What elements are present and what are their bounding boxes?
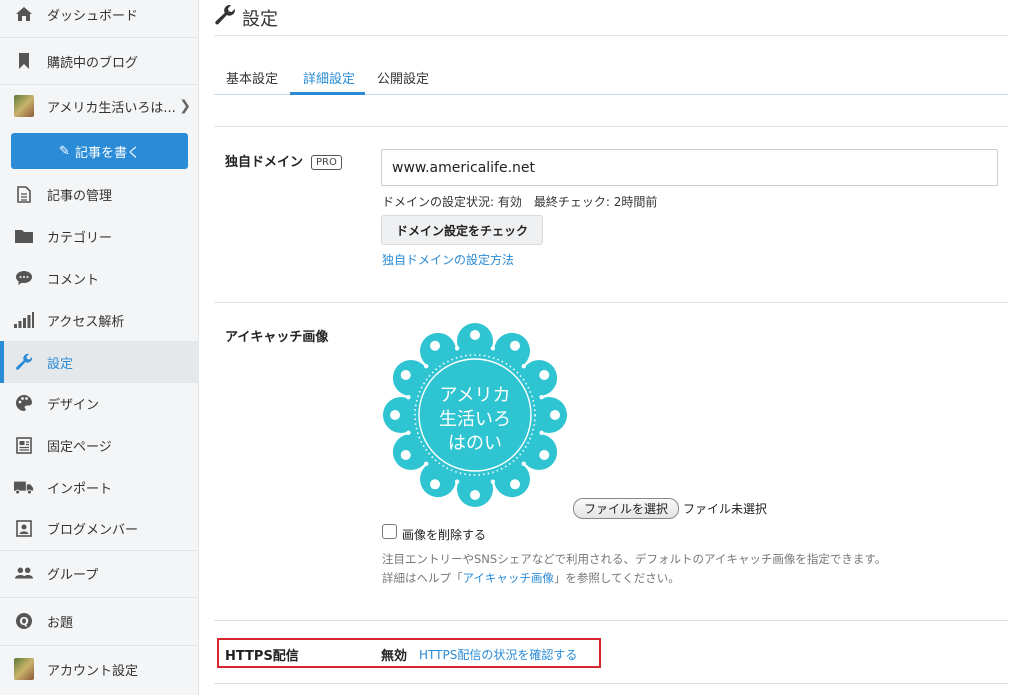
- sidebar-item-label: 固定ページ: [47, 439, 112, 455]
- sidebar-item-label: 購読中のブログ: [47, 55, 139, 71]
- account-thumbnail-icon: [14, 658, 34, 680]
- tab-advanced-settings[interactable]: 詳細設定: [303, 68, 355, 87]
- sidebar-item-analytics[interactable]: アクセス解析: [0, 300, 199, 340]
- divider: [214, 126, 1008, 127]
- sidebar-item-label: ダッシュボード: [47, 8, 139, 24]
- members-icon: [14, 518, 34, 538]
- write-article-button[interactable]: ✎ 記事を書く: [11, 133, 188, 169]
- file-status-text: ファイル未選択: [683, 502, 768, 516]
- https-check-link[interactable]: HTTPS配信の状況を確認する: [419, 646, 577, 663]
- sidebar-item-dashboard[interactable]: ダッシュボード: [0, 0, 199, 34]
- https-label: HTTPS配信: [225, 649, 299, 664]
- choose-file-button[interactable]: ファイルを選択: [573, 498, 679, 519]
- sidebar-item-label: アクセス解析: [47, 314, 125, 330]
- divider: [214, 620, 1008, 621]
- eyecatch-text-line1: アメリカ: [439, 385, 510, 406]
- divider: [0, 597, 199, 598]
- sidebar-item-subscribed-blogs[interactable]: 購読中のブログ: [0, 41, 199, 81]
- eyecatch-help-link[interactable]: アイキャッチ画像: [463, 571, 554, 585]
- divider: [0, 84, 199, 85]
- sidebar-item-topics[interactable]: Q お題: [0, 601, 199, 641]
- sidebar-item-label: アカウント設定: [47, 663, 139, 679]
- svg-text:Q: Q: [19, 615, 28, 628]
- divider: [214, 302, 1008, 303]
- check-domain-button[interactable]: ドメイン設定をチェック: [381, 215, 543, 245]
- eyecatch-text-line3: はのい: [448, 433, 502, 454]
- sidebar-item-static-pages[interactable]: 固定ページ: [0, 425, 199, 465]
- sidebar-item-label: ブログメンバー: [47, 522, 139, 538]
- https-status: 無効: [381, 649, 408, 664]
- group-icon: [14, 563, 34, 583]
- eyecatch-help-ref: 詳細はヘルプ「アイキャッチ画像」を参照してください。: [382, 571, 680, 585]
- delete-image-checkbox[interactable]: [382, 524, 397, 539]
- sidebar-item-comments[interactable]: コメント: [0, 258, 199, 298]
- bar-chart-icon: [14, 310, 34, 330]
- sidebar-item-label: 設定: [47, 356, 74, 372]
- divider: [0, 645, 199, 646]
- sidebar-item-blog[interactable]: アメリカ生活いろは... ❯: [0, 86, 199, 126]
- tab-basic-settings[interactable]: 基本設定: [226, 68, 278, 87]
- home-icon: [14, 4, 34, 24]
- comment-icon: [14, 268, 34, 288]
- sidebar-item-label: アメリカ生活いろは...: [47, 100, 176, 116]
- sidebar-item-categories[interactable]: カテゴリー: [0, 216, 199, 256]
- palette-icon: [14, 393, 34, 413]
- sidebar-item-label: コメント: [47, 272, 100, 288]
- delete-image-label[interactable]: 画像を削除する: [402, 526, 486, 543]
- sidebar-item-settings[interactable]: 設定: [0, 341, 199, 383]
- divider: [0, 37, 199, 38]
- sidebar-item-label: カテゴリー: [47, 230, 113, 246]
- active-tab-indicator: [290, 92, 365, 95]
- tab-publish-settings[interactable]: 公開設定: [377, 68, 429, 87]
- bookmark-icon: [14, 51, 34, 71]
- sidebar: ダッシュボード 購読中のブログ アメリカ生活いろは... ❯ ✎ 記事を書く 記…: [0, 0, 199, 695]
- eyecatch-text-line2: 生活いろ: [439, 409, 511, 430]
- question-icon: Q: [14, 611, 34, 631]
- truck-icon: [14, 477, 34, 497]
- wrench-icon: [214, 4, 236, 32]
- sidebar-item-label: インポート: [47, 481, 113, 497]
- page-title: 設定: [242, 9, 278, 30]
- wrench-icon: [14, 352, 34, 372]
- sidebar-item-design[interactable]: デザイン: [0, 383, 199, 423]
- chevron-right-icon[interactable]: ❯: [179, 98, 191, 114]
- sidebar-item-account-settings[interactable]: アカウント設定: [0, 649, 199, 689]
- settings-tabs: 基本設定 詳細設定 公開設定: [214, 58, 1008, 95]
- divider: [0, 550, 199, 551]
- blog-thumbnail-icon: [14, 95, 34, 117]
- edit-icon: ✎: [59, 143, 70, 159]
- sidebar-item-import[interactable]: インポート: [0, 467, 199, 507]
- sidebar-item-label: お題: [47, 615, 74, 631]
- custom-domain-input[interactable]: [381, 149, 998, 186]
- page-header: 設定: [214, 4, 278, 32]
- sidebar-item-members[interactable]: ブログメンバー: [0, 508, 199, 548]
- domain-status-text: ドメインの設定状況: 有効 最終チェック: 2時間前: [382, 195, 658, 209]
- sidebar-item-label: デザイン: [47, 397, 100, 413]
- sidebar-item-label: グループ: [47, 567, 99, 583]
- sidebar-item-label: 記事の管理: [47, 188, 113, 204]
- page-icon: [14, 435, 34, 455]
- folder-icon: [14, 226, 34, 246]
- eyecatch-image: アメリカ 生活いろ はのい: [383, 323, 567, 507]
- sidebar-item-groups[interactable]: グループ: [0, 553, 199, 593]
- custom-domain-label: 独自ドメイン PRO: [225, 151, 342, 170]
- eyecatch-label: アイキャッチ画像: [225, 330, 329, 345]
- sidebar-item-articles[interactable]: 記事の管理: [0, 174, 199, 214]
- document-icon: [14, 184, 34, 204]
- eyecatch-help-text: 注目エントリーやSNSシェアなどで利用される、デフォルトのアイキャッチ画像を指定…: [382, 552, 887, 566]
- domain-howto-link[interactable]: 独自ドメインの設定方法: [382, 251, 514, 268]
- divider: [214, 683, 1008, 684]
- divider: [214, 35, 1008, 36]
- pro-badge: PRO: [311, 155, 342, 170]
